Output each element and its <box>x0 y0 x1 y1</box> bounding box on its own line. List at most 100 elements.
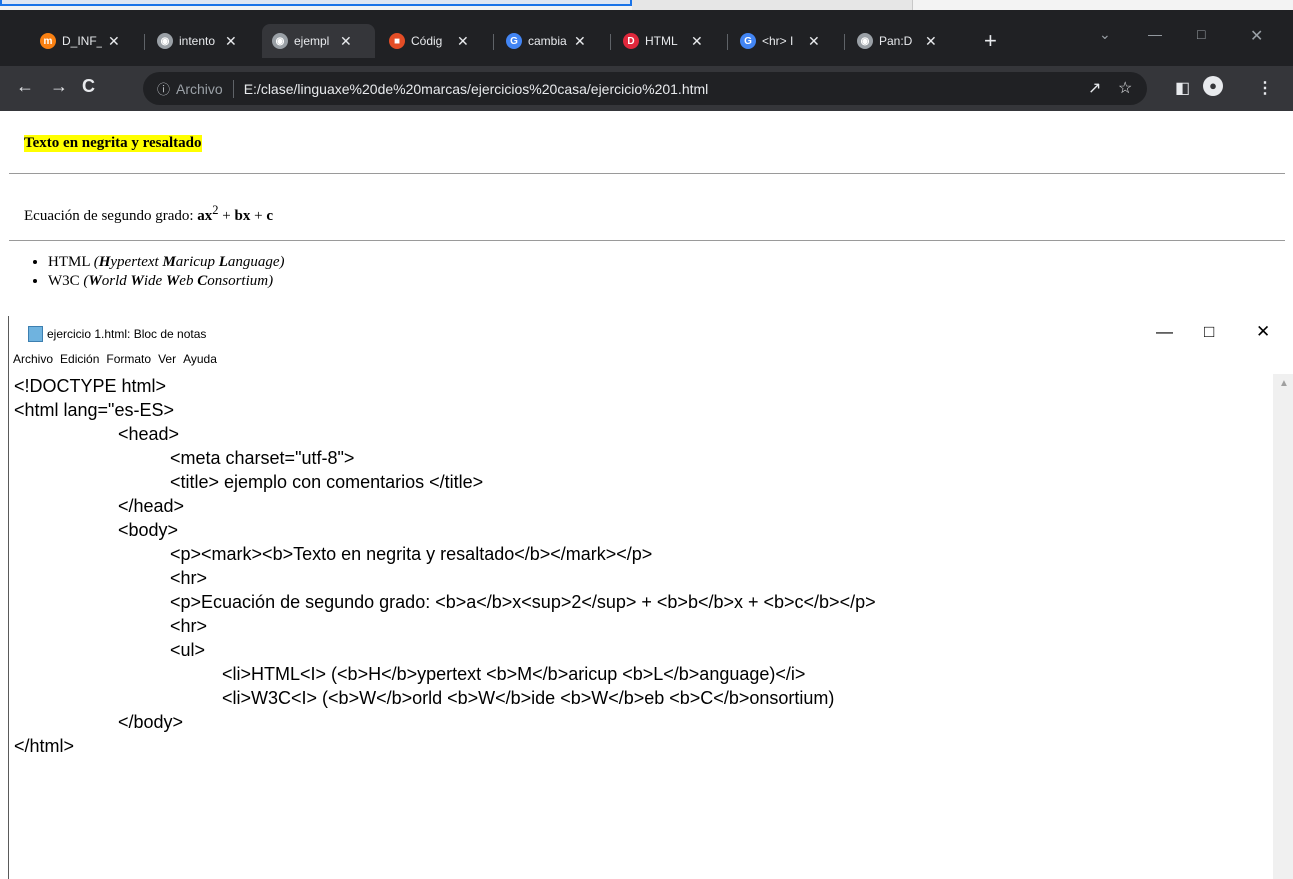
d-icon: D <box>623 33 639 49</box>
globe-icon: ◉ <box>272 33 288 49</box>
menu-item-formato[interactable]: Formato <box>103 352 154 374</box>
eq-a: a <box>197 208 205 224</box>
acronym-list: HTML (Hypertext Maricup Language) W3C (Wo… <box>24 253 285 291</box>
menu-item-ayuda[interactable]: Ayuda <box>180 352 220 374</box>
eq-plus2: + <box>250 208 267 224</box>
code-line: <p>Ecuación de segundo grado: <b>a</b>x<… <box>170 592 876 612</box>
equation-prefix: Ecuación de segundo grado: <box>24 208 198 224</box>
new-tab-button[interactable]: + <box>984 28 997 54</box>
code-icon: ■ <box>389 33 405 49</box>
tab-search-icon[interactable]: ⌄ <box>1099 26 1111 43</box>
reload-icon[interactable]: C <box>82 76 95 97</box>
acronym: W3C <box>48 273 84 289</box>
tab-title: ejempl <box>294 34 330 48</box>
close-tab-icon[interactable]: ✕ <box>457 33 469 50</box>
code-line: <!DOCTYPE html> <box>14 376 167 396</box>
close-tab-icon[interactable]: ✕ <box>225 33 237 50</box>
code-line: <html lang="es-ES> <box>14 400 174 420</box>
close-tab-icon[interactable]: ✕ <box>574 33 586 50</box>
close-tab-icon[interactable]: ✕ <box>808 33 820 50</box>
forward-icon[interactable]: → <box>50 76 68 97</box>
browser-tab[interactable]: G <hr> I ✕ <box>730 26 843 56</box>
notepad-titlebar[interactable]: ejercicio 1.html: Bloc de notas — □ ✕ <box>9 316 1293 350</box>
horizontal-rule-1 <box>9 173 1285 174</box>
eq-plus1: + <box>218 208 235 224</box>
globe-icon: ◉ <box>157 33 173 49</box>
notepad-app-icon <box>28 326 43 342</box>
side-panel-icon[interactable]: ◧ <box>1175 78 1190 98</box>
scroll-up-icon[interactable]: ▲ <box>1279 378 1289 389</box>
tab-title: <hr> I <box>762 34 794 48</box>
browser-tab[interactable]: ◉ Pan:D ✕ <box>847 26 960 56</box>
url-text[interactable]: E:/clase/linguaxe%20de%20marcas/ejercici… <box>244 81 709 97</box>
tab-title: HTML <box>645 34 678 48</box>
browser-tab[interactable]: ■ Códig ✕ <box>379 26 492 56</box>
notepad-title: ejercicio 1.html: Bloc de notas <box>47 327 207 341</box>
equation-paragraph: Ecuación de segundo grado: ax2 + bx + c <box>24 203 273 225</box>
scheme-label: Archivo <box>176 80 223 97</box>
code-text[interactable]: <!DOCTYPE html> <html lang="es-ES> <head>… <box>14 374 876 758</box>
background-window-edge <box>0 0 632 6</box>
notepad-editor[interactable]: <!DOCTYPE html> <html lang="es-ES> <head>… <box>9 374 1273 879</box>
google-icon: G <box>506 33 522 49</box>
share-icon[interactable]: ↗ <box>1088 78 1101 98</box>
notepad-close-icon[interactable]: ✕ <box>1256 322 1270 342</box>
menu-item-edición[interactable]: Edición <box>57 352 102 374</box>
tab-title: cambia <box>528 34 567 48</box>
tab-separator <box>844 34 845 50</box>
eq-b: b <box>234 208 243 224</box>
horizontal-rule-2 <box>9 240 1285 241</box>
code-line: <p><mark><b>Texto en negrita y resaltado… <box>170 544 653 564</box>
acronym-expansion: (World Wide Web Consortium) <box>83 273 274 289</box>
rendered-page: Texto en negrita y resaltado Ecuación de… <box>0 111 1293 316</box>
address-bar[interactable]: ⓘ Archivo E:/clase/linguaxe%20de%20marca… <box>143 72 1147 105</box>
menu-item-ver[interactable]: Ver <box>155 352 179 374</box>
back-icon[interactable]: ← <box>16 76 34 97</box>
menu-kebab-icon[interactable]: ⋮ <box>1257 78 1273 98</box>
notepad-menubar: Archivo Edición Formato Ver Ayuda <box>9 352 220 374</box>
close-window-icon[interactable]: ✕ <box>1250 26 1263 46</box>
background-window-strip <box>0 0 1293 10</box>
menu-item-archivo[interactable]: Archivo <box>10 352 56 374</box>
tab-separator <box>610 34 611 50</box>
browser-tab[interactable]: ◉ ejempl ✕ <box>262 24 375 58</box>
code-line: <title> ejemplo con comentarios </title> <box>170 472 484 492</box>
code-line: <hr> <box>170 616 208 636</box>
tab-title: Pan:D <box>879 34 913 48</box>
code-line: <meta charset="utf-8"> <box>170 448 355 468</box>
browser-tab[interactable]: Gcambia ✕ <box>496 26 609 56</box>
close-tab-icon[interactable]: ✕ <box>340 33 352 50</box>
bookmark-star-icon[interactable]: ☆ <box>1118 78 1132 98</box>
omnibox-divider <box>232 79 234 98</box>
profile-avatar-icon[interactable]: ● <box>1203 76 1223 96</box>
code-line: </head> <box>118 496 185 516</box>
notepad-maximize-icon[interactable]: □ <box>1204 322 1214 342</box>
code-line: <body> <box>118 520 179 540</box>
maximize-icon[interactable]: □ <box>1197 26 1205 42</box>
info-icon[interactable]: ⓘ <box>157 79 170 98</box>
browser-tab[interactable]: m D_INF_ ✕ <box>30 26 143 56</box>
close-tab-icon[interactable]: ✕ <box>108 33 120 50</box>
acronym: HTML <box>48 254 94 270</box>
browser-window: m D_INF_ ✕ ◉ intento ✕ ◉ ejempl ✕ ■ Códig ✕ Gcambia ✕… <box>0 0 1293 316</box>
highlighted-bold-text: Texto en negrita y resaltado <box>24 135 202 152</box>
tab-separator <box>144 34 145 50</box>
background-window-edge-gray <box>632 0 913 10</box>
tab-separator <box>727 34 728 50</box>
code-line: <ul> <box>170 640 206 660</box>
globe-icon: ◉ <box>857 33 873 49</box>
code-line: </html> <box>14 736 75 756</box>
tab-title: intento <box>179 34 216 48</box>
vertical-scrollbar[interactable]: ▲ <box>1273 374 1293 879</box>
code-line: <hr> <box>170 568 208 588</box>
tab-strip: m D_INF_ ✕ ◉ intento ✕ ◉ ejempl ✕ ■ Códig ✕ Gcambia ✕… <box>0 10 1293 66</box>
close-tab-icon[interactable]: ✕ <box>925 33 937 50</box>
browser-tab[interactable]: ◉ intento ✕ <box>147 26 260 56</box>
minimize-icon[interactable]: — <box>1148 26 1162 42</box>
close-tab-icon[interactable]: ✕ <box>691 33 703 50</box>
notepad-minimize-icon[interactable]: — <box>1156 322 1173 342</box>
tab-title: Códig <box>411 34 443 48</box>
acronym-expansion: (Hypertext Maricup Language) <box>93 254 285 270</box>
code-line: <li>W3C<I> (<b>W</b>orld <b>W</b>ide <b>… <box>222 688 835 708</box>
browser-tab[interactable]: D HTML ✕ <box>613 26 726 56</box>
